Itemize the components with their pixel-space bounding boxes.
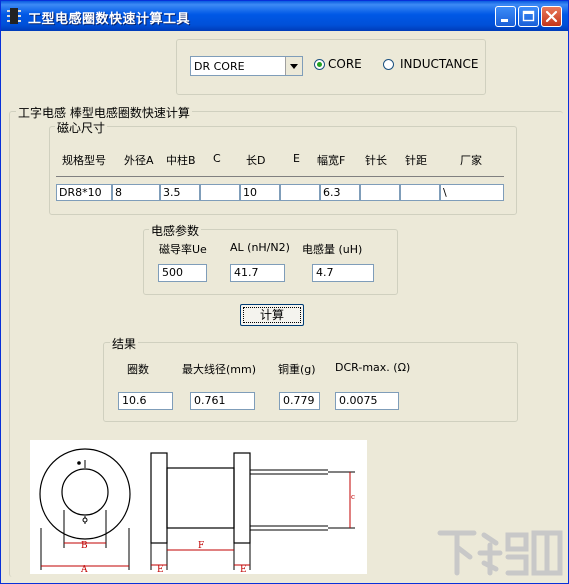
inductance-label: 电感量 (uH)	[302, 243, 363, 256]
max-wire-output[interactable]: 0.761	[190, 392, 255, 410]
core-value-0[interactable]: DR8*10	[56, 184, 112, 201]
calculate-button[interactable]: 计算	[240, 304, 304, 326]
maximize-icon	[522, 10, 535, 22]
radio-core-label[interactable]: CORE	[328, 57, 362, 71]
turns-output[interactable]: 10.6	[118, 392, 173, 410]
copper-weight-label: 铜重(g)	[278, 363, 316, 376]
core-value-9[interactable]: \	[440, 184, 504, 201]
inductance-params-label: 电感参数	[149, 222, 202, 239]
results-group: 结果	[103, 335, 518, 422]
core-drawing: B A E F E c	[39, 448, 355, 575]
label-f: F	[198, 541, 204, 551]
core-size-group: 磁心尺寸	[49, 119, 517, 215]
app-icon	[7, 8, 21, 24]
core-header-8: 针距	[405, 154, 427, 167]
core-header-3: C	[213, 152, 221, 165]
core-header-7: 针长	[365, 154, 387, 167]
chevron-down-icon[interactable]	[285, 57, 302, 75]
core-value-8[interactable]	[400, 184, 440, 201]
core-type-select[interactable]: DR CORE	[190, 56, 303, 76]
core-value-1[interactable]: 8	[112, 184, 160, 201]
core-value-2[interactable]: 3.5	[160, 184, 200, 201]
dcr-label: DCR-max. (Ω)	[335, 361, 411, 374]
header-divider	[56, 176, 504, 177]
turns-label: 圈数	[127, 363, 149, 376]
core-header-0: 规格型号	[62, 154, 106, 167]
label-b: B	[81, 541, 88, 551]
minimize-icon	[501, 19, 508, 22]
core-header-9: 厂家	[460, 154, 482, 167]
radio-inductance-label[interactable]: INDUCTANCE	[400, 57, 478, 71]
label-e-left: E	[157, 565, 164, 574]
inductance-input[interactable]: 4.7	[312, 264, 374, 282]
al-input[interactable]: 41.7	[230, 264, 285, 282]
radio-inductance[interactable]	[383, 59, 394, 70]
core-value-5[interactable]	[280, 184, 320, 201]
core-value-6[interactable]: 6.3	[320, 184, 360, 201]
core-dimension-diagram: B A E F E c	[30, 440, 367, 575]
core-value-7[interactable]	[360, 184, 400, 201]
minimize-button[interactable]	[495, 6, 516, 27]
radio-core[interactable]	[314, 59, 325, 70]
label-e-right: E	[240, 565, 247, 574]
inductance-params-group: 电感参数	[143, 222, 398, 295]
core-header-5: E	[293, 152, 300, 165]
al-label: AL (nH/N2)	[230, 241, 290, 254]
close-button[interactable]	[541, 6, 562, 27]
max-wire-label: 最大线径(mm)	[182, 363, 257, 376]
core-value-4[interactable]: 10	[240, 184, 280, 201]
core-type-value: DR CORE	[194, 60, 245, 73]
client-area: DR CORE CORE INDUCTANCE 工字电感 棒型电感圈数快速计算 …	[4, 31, 565, 580]
core-header-1: 外径A	[124, 154, 154, 167]
dcr-output[interactable]: 0.0075	[335, 392, 399, 410]
core-size-label: 磁心尺寸	[55, 119, 108, 136]
window-title: 工型电感圈数快速计算工具	[28, 12, 191, 27]
watermark-logo	[437, 530, 563, 576]
close-icon	[545, 10, 558, 23]
core-header-6: 幅宽F	[317, 154, 346, 167]
core-header-2: 中柱B	[166, 154, 196, 167]
title-bar[interactable]: 工型电感圈数快速计算工具	[1, 1, 568, 31]
permeability-input[interactable]: 500	[158, 264, 207, 282]
permeability-label: 磁导率Ue	[159, 243, 207, 256]
maximize-button[interactable]	[518, 6, 539, 27]
app-window: 工型电感圈数快速计算工具 DR CORE CORE INDUCTANCE 工字电…	[0, 0, 569, 584]
results-label: 结果	[110, 335, 139, 352]
copper-weight-output[interactable]: 0.779	[279, 392, 320, 410]
core-value-3[interactable]	[200, 184, 240, 201]
label-a: A	[80, 565, 88, 574]
label-c: c	[351, 493, 355, 501]
core-header-4: 长D	[246, 154, 266, 167]
